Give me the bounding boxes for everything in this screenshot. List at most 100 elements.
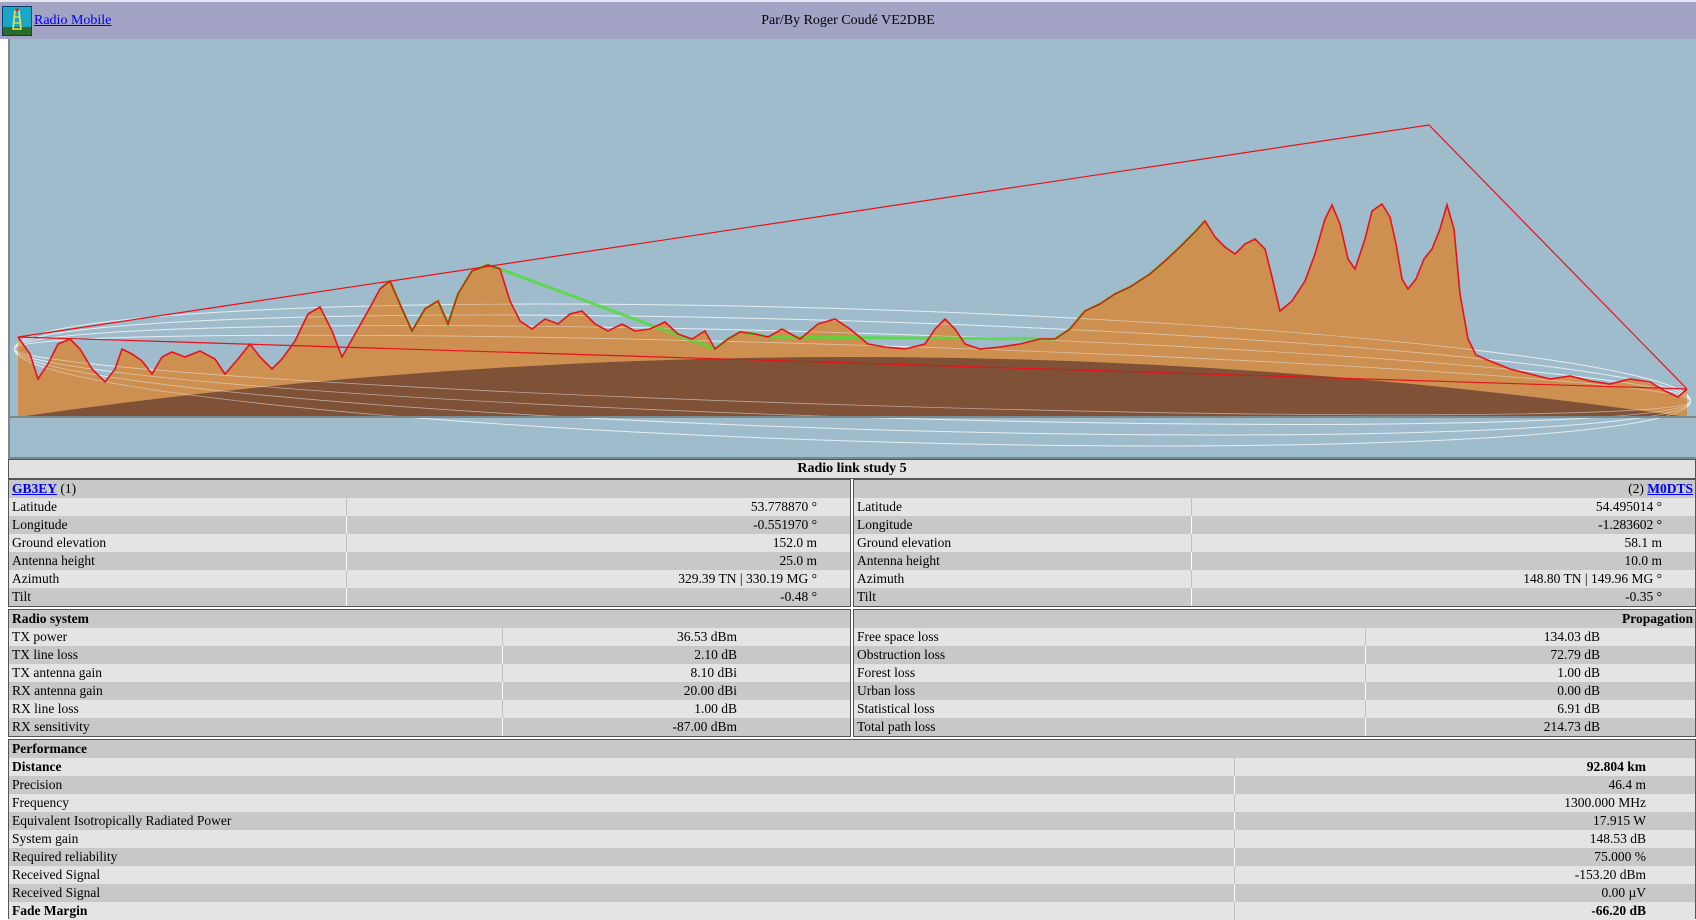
station1-header: GB3EY (1) xyxy=(9,480,850,498)
performance-label: Equivalent Isotropically Radiated Power xyxy=(12,813,232,828)
propagation-row: Total path loss 214.73 dB xyxy=(854,718,1695,736)
performance-label: Received Signal xyxy=(12,885,101,900)
propagation-label: Free space loss xyxy=(857,629,939,644)
terrain-profile-graphic xyxy=(10,39,1696,457)
station1-value: 152.0 m xyxy=(346,534,823,552)
performance-row: System gain 148.53 dB xyxy=(9,830,1695,848)
station2-label: Antenna height xyxy=(857,553,940,568)
station2-title: (2) M0DTS xyxy=(1395,480,1695,498)
station1-panel: GB3EY (1) Latitude 53.778870 ° Longitude -0… xyxy=(8,479,851,607)
station2-row: Ground elevation 58.1 m xyxy=(854,534,1695,552)
performance-label: System gain xyxy=(12,831,79,846)
station1-row: Antenna height 25.0 m xyxy=(9,552,850,570)
radio-system-value: 2.10 dB xyxy=(502,646,743,664)
performance-value: -66.20 dB xyxy=(1234,902,1652,920)
radio-system-value: -87.00 dBm xyxy=(502,718,743,736)
station1-row: Azimuth 329.39 TN | 330.19 MG ° xyxy=(9,570,850,588)
performance-label: Required reliability xyxy=(12,849,118,864)
station2-value: 148.80 TN | 149.96 MG ° xyxy=(1191,570,1668,588)
station2-value: -1.283602 ° xyxy=(1191,516,1668,534)
station1-title: GB3EY (1) xyxy=(9,480,309,498)
station1-index: (1) xyxy=(60,481,77,496)
station1-label: Latitude xyxy=(12,499,57,514)
station1-label: Ground elevation xyxy=(12,535,107,550)
performance-value: 92.804 km xyxy=(1234,758,1652,776)
propagation-value: 0.00 dB xyxy=(1365,682,1606,700)
station2-label: Azimuth xyxy=(857,571,905,586)
propagation-label: Urban loss xyxy=(857,683,916,698)
propagation-value: 134.03 dB xyxy=(1365,628,1606,646)
performance-row: Distance 92.804 km xyxy=(9,758,1695,776)
performance-value: 46.4 m xyxy=(1234,776,1652,794)
propagation-row: Free space loss 134.03 dB xyxy=(854,628,1695,646)
station1-row: Tilt -0.48 ° xyxy=(9,588,850,606)
station2-header: (2) M0DTS xyxy=(854,480,1695,498)
performance-row: Required reliability 75.000 % xyxy=(9,848,1695,866)
propagation-header: Propagation xyxy=(854,610,1695,628)
propagation-row: Obstruction loss 72.79 dB xyxy=(854,646,1695,664)
station1-value: 25.0 m xyxy=(346,552,823,570)
station1-row: Ground elevation 152.0 m xyxy=(9,534,850,552)
station2-value: 10.0 m xyxy=(1191,552,1668,570)
radio-system-value: 20.00 dBi xyxy=(502,682,743,700)
propagation-row: Statistical loss 6.91 dB xyxy=(854,700,1695,718)
propagation-row: Urban loss 0.00 dB xyxy=(854,682,1695,700)
station1-value: -0.551970 ° xyxy=(346,516,823,534)
performance-value: -153.20 dBm xyxy=(1234,866,1652,884)
station2-value: 54.495014 ° xyxy=(1191,498,1668,516)
radio-system-label: TX antenna gain xyxy=(12,665,102,680)
station1-value: 53.778870 ° xyxy=(346,498,823,516)
propagation-label: Obstruction loss xyxy=(857,647,946,662)
performance-value: 75.000 % xyxy=(1234,848,1652,866)
radio-system-label: TX power xyxy=(12,629,68,644)
performance-label: Fade Margin xyxy=(12,903,88,918)
terrain-profile-panel xyxy=(8,39,1696,459)
radio-system-label: RX line loss xyxy=(12,701,79,716)
propagation-row: Forest loss 1.00 dB xyxy=(854,664,1695,682)
performance-row: Received Signal 0.00 µV xyxy=(9,884,1695,902)
station1-value: -0.48 ° xyxy=(346,588,823,606)
performance-value: 148.53 dB xyxy=(1234,830,1652,848)
performance-row: Equivalent Isotropically Radiated Power 1… xyxy=(9,812,1695,830)
propagation-value: 214.73 dB xyxy=(1365,718,1606,736)
radio-system-value: 36.53 dBm xyxy=(502,628,743,646)
performance-label: Distance xyxy=(12,759,62,774)
performance-value: 0.00 µV xyxy=(1234,884,1652,902)
propagation-value: 6.91 dB xyxy=(1365,700,1606,718)
propagation-label: Forest loss xyxy=(857,665,916,680)
radio-system-label: TX line loss xyxy=(12,647,78,662)
station2-row: Azimuth 148.80 TN | 149.96 MG ° xyxy=(854,570,1695,588)
station2-index: (2) xyxy=(1628,481,1644,496)
propagation-label: Total path loss xyxy=(857,719,936,734)
station2-row: Tilt -0.35 ° xyxy=(854,588,1695,606)
propagation-heading: Propagation xyxy=(1621,611,1693,626)
radio-system-row: TX antenna gain 8.10 dBi xyxy=(9,664,850,682)
radio-system-row: RX sensitivity -87.00 dBm xyxy=(9,718,850,736)
radio-system-heading: Radio system xyxy=(12,611,89,626)
performance-value: 1300.000 MHz xyxy=(1234,794,1652,812)
station2-panel: (2) M0DTS Latitude 54.495014 ° Longitude -1… xyxy=(853,479,1696,607)
propagation-label: Statistical loss xyxy=(857,701,935,716)
station2-row: Latitude 54.495014 ° xyxy=(854,498,1695,516)
propagation-value: 1.00 dB xyxy=(1365,664,1606,682)
performance-label: Received Signal xyxy=(12,867,101,882)
radio-system-value: 8.10 dBi xyxy=(502,664,743,682)
station1-label: Azimuth xyxy=(12,571,60,586)
station1-row: Latitude 53.778870 ° xyxy=(9,498,850,516)
performance-header: Performance xyxy=(9,740,1695,758)
performance-value: 17.915 W xyxy=(1234,812,1652,830)
station2-link[interactable]: M0DTS xyxy=(1647,481,1693,496)
performance-label: Frequency xyxy=(12,795,69,810)
station1-link[interactable]: GB3EY xyxy=(12,481,57,496)
performance-row: Received Signal -153.20 dBm xyxy=(9,866,1695,884)
station2-label: Ground elevation xyxy=(857,535,952,550)
title-bar: Radio Mobile Par/By Roger Coudé VE2DBE xyxy=(0,0,1696,39)
station1-row: Longitude -0.551970 ° xyxy=(9,516,850,534)
performance-panel: Performance Distance 92.804 km Precision 46… xyxy=(8,739,1696,920)
radio-system-row: TX line loss 2.10 dB xyxy=(9,646,850,664)
station2-label: Longitude xyxy=(857,517,913,532)
propagation-panel: Propagation Free space loss 134.03 dB Obst… xyxy=(853,609,1696,737)
performance-row: Frequency 1300.000 MHz xyxy=(9,794,1695,812)
station2-label: Tilt xyxy=(857,589,877,604)
station2-row: Longitude -1.283602 ° xyxy=(854,516,1695,534)
